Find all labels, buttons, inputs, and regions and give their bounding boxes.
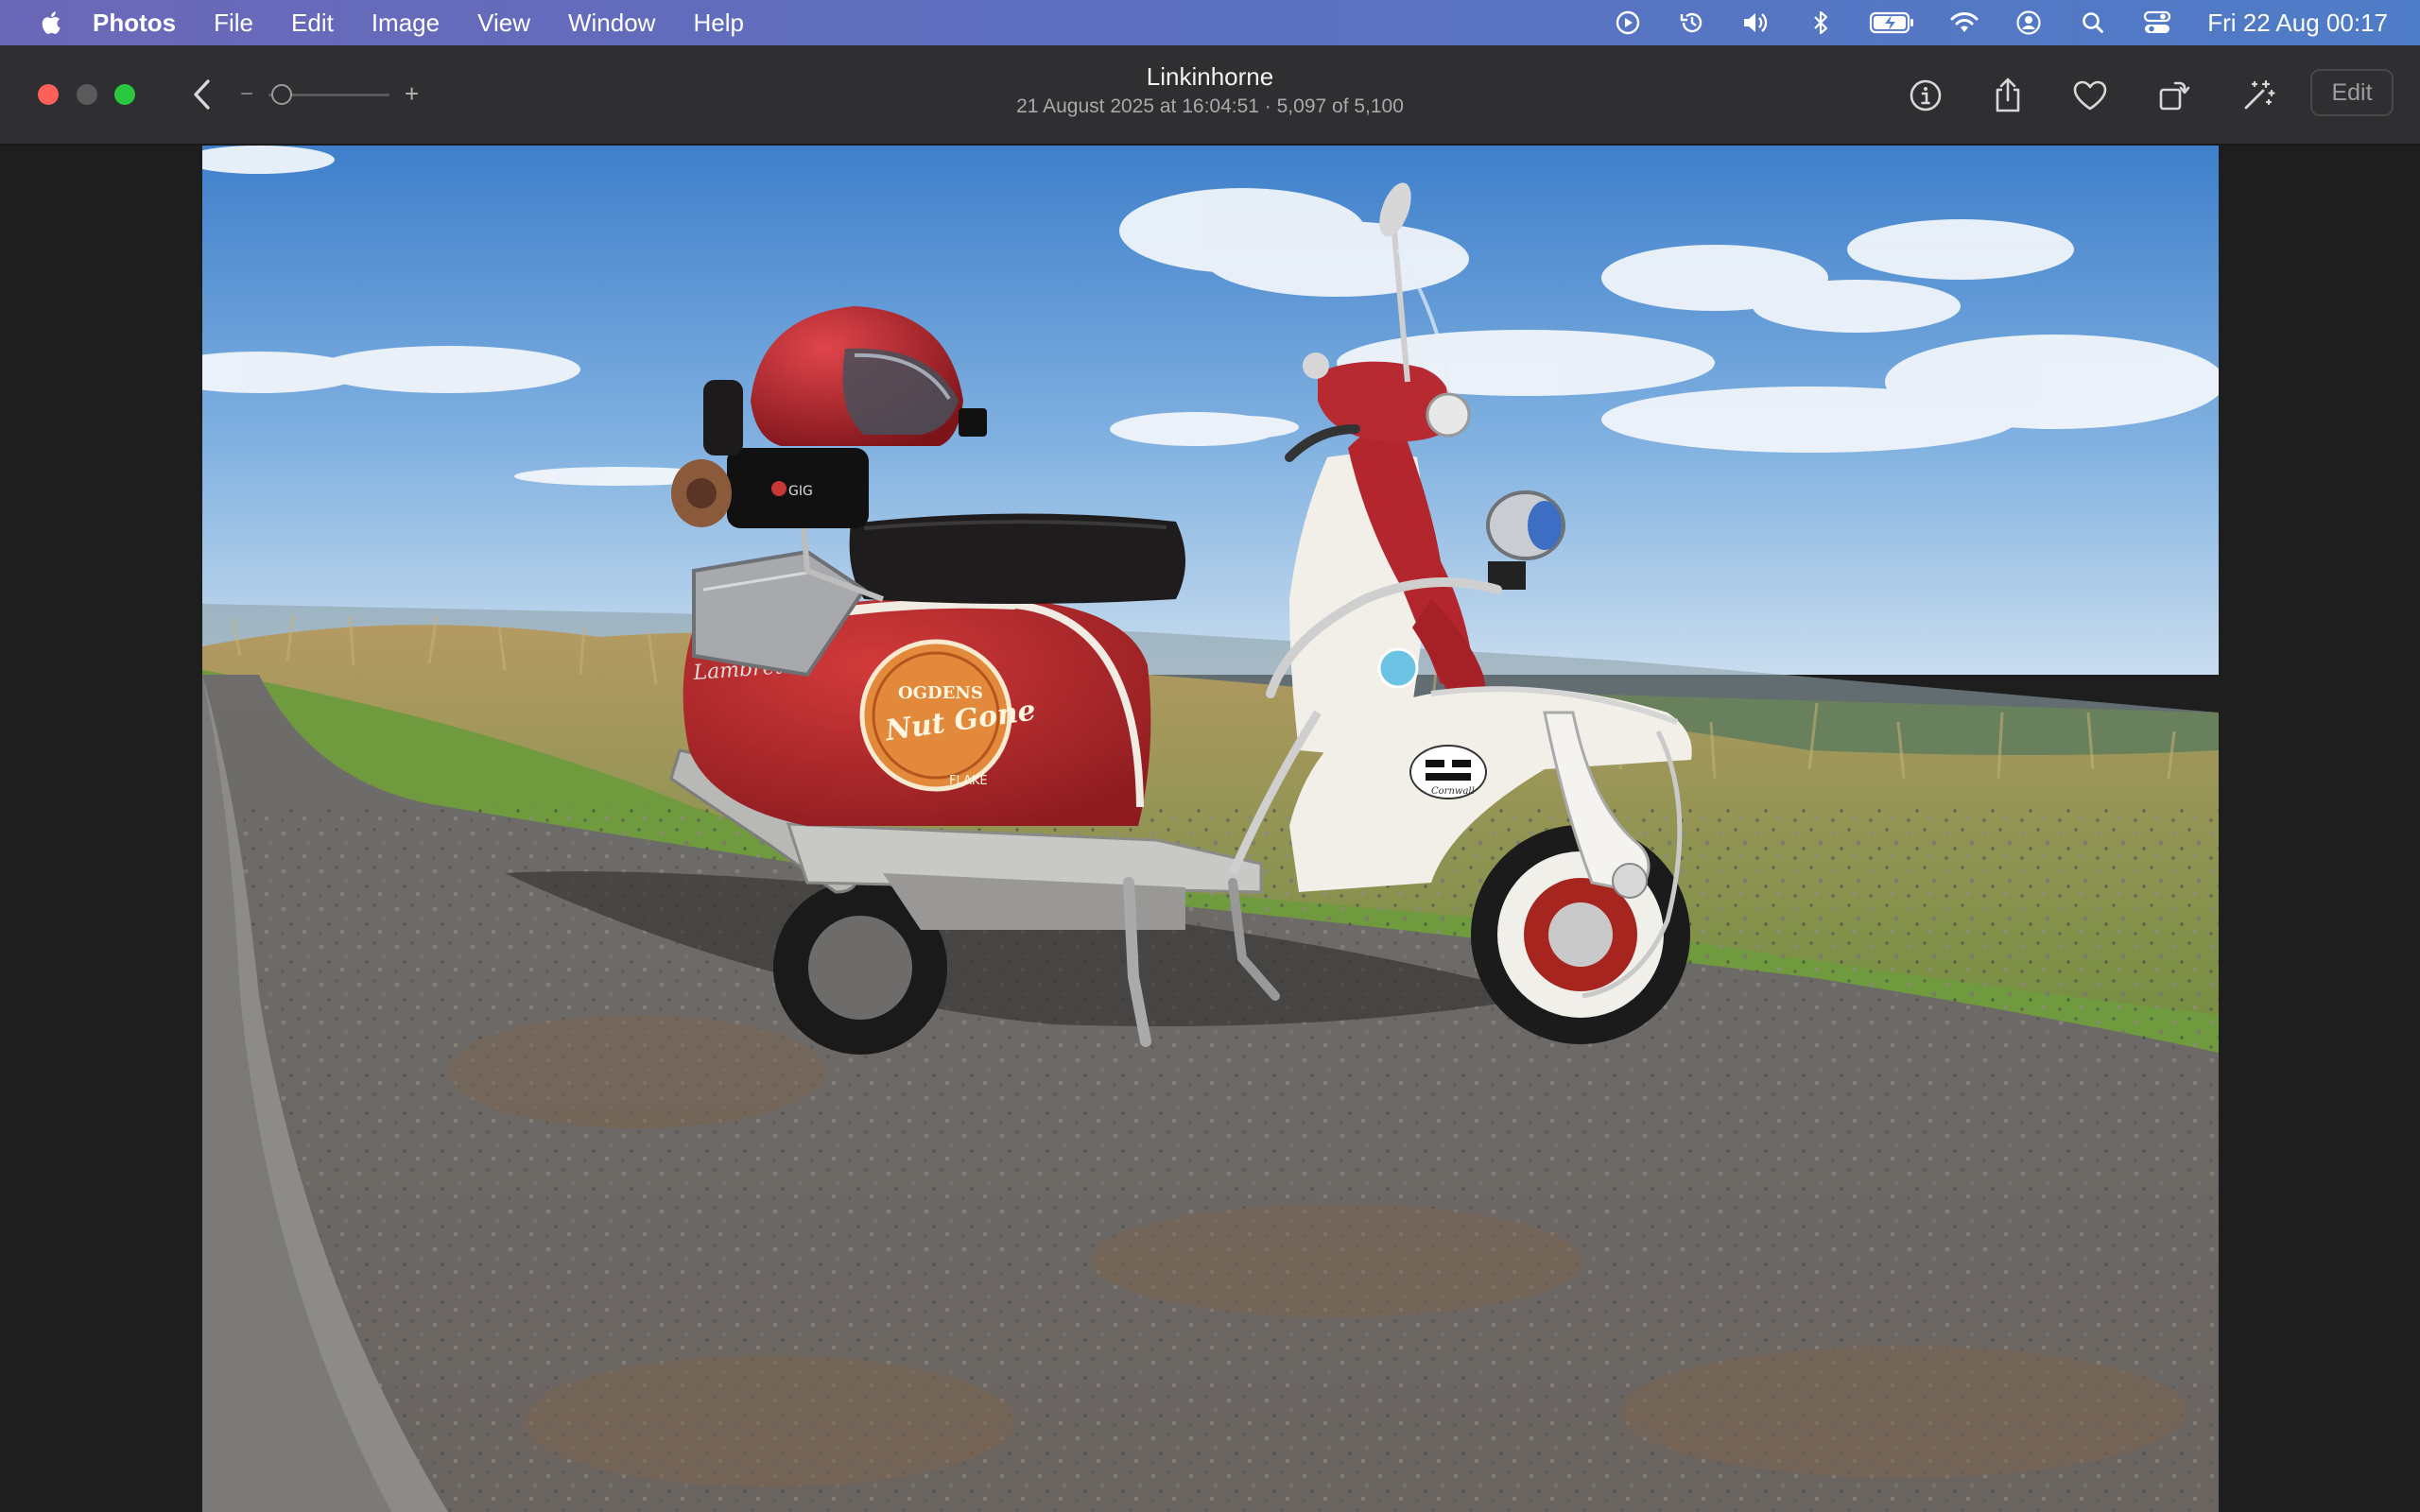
menu-view[interactable]: View [477,9,530,38]
photo-title: Linkinhorne [1146,62,1274,91]
play-icon[interactable] [1612,9,1644,37]
photos-toolbar: − + Linkinhorne 21 August 2025 at 16:04:… [0,45,2420,146]
photo-viewer[interactable]: Lambretta OGDENS Nut Gone FLAKE GIG Corn… [202,146,2219,1512]
zoom-out-label[interactable]: − [240,81,253,108]
photo-title-block: Linkinhorne 21 August 2025 at 16:04:51 ·… [832,60,1588,121]
zoom-slider[interactable]: − + [240,79,429,110]
menu-bar: Photos File Edit Image View Window Help [0,0,2420,45]
volume-icon[interactable] [1740,9,1772,37]
zoom-window-button[interactable] [114,84,135,105]
menu-file[interactable]: File [214,9,253,38]
wifi-icon[interactable] [1948,9,1980,37]
info-icon[interactable] [1906,76,1945,115]
menu-clock[interactable]: Fri 22 Aug 00:17 [2207,9,2388,38]
menu-app-name[interactable]: Photos [93,9,176,38]
back-chevron-icon[interactable] [187,76,217,113]
user-icon[interactable] [2013,9,2045,37]
edit-button[interactable]: Edit [2310,69,2394,116]
control-center-icon[interactable] [2141,9,2173,37]
menu-window[interactable]: Window [568,9,655,38]
menu-edit[interactable]: Edit [291,9,334,38]
battery-icon[interactable] [1869,9,1916,37]
minimize-window-button[interactable] [77,84,97,105]
status-area: Fri 22 Aug 00:17 [1580,0,2388,45]
time-machine-icon[interactable] [1676,9,1708,37]
zoom-slider-knob[interactable] [271,84,293,105]
sticker-text-3: FLAKE [949,774,988,788]
photo-date-and-count: 21 August 2025 at 16:04:51 · 5,097 of 5,… [1016,95,1404,117]
sticker-text-1: OGDENS [898,683,983,703]
zoom-in-label[interactable]: + [405,79,419,109]
apple-icon[interactable] [38,9,66,37]
heart-icon[interactable] [2070,76,2110,115]
close-window-button[interactable] [38,84,59,105]
cornwall-sticker-text: Cornwall [1431,786,1475,797]
rotate-icon[interactable] [2153,76,2193,115]
bluetooth-icon[interactable] [1805,9,1837,37]
menu-image[interactable]: Image [372,9,440,38]
photo-image: Lambretta OGDENS Nut Gone FLAKE GIG Corn… [202,146,2219,1512]
search-icon[interactable] [2077,9,2109,37]
share-icon[interactable] [1988,76,2028,115]
svg-text:GIG: GIG [788,484,813,499]
menu-help[interactable]: Help [693,9,743,38]
magic-wand-icon[interactable] [2238,76,2278,115]
